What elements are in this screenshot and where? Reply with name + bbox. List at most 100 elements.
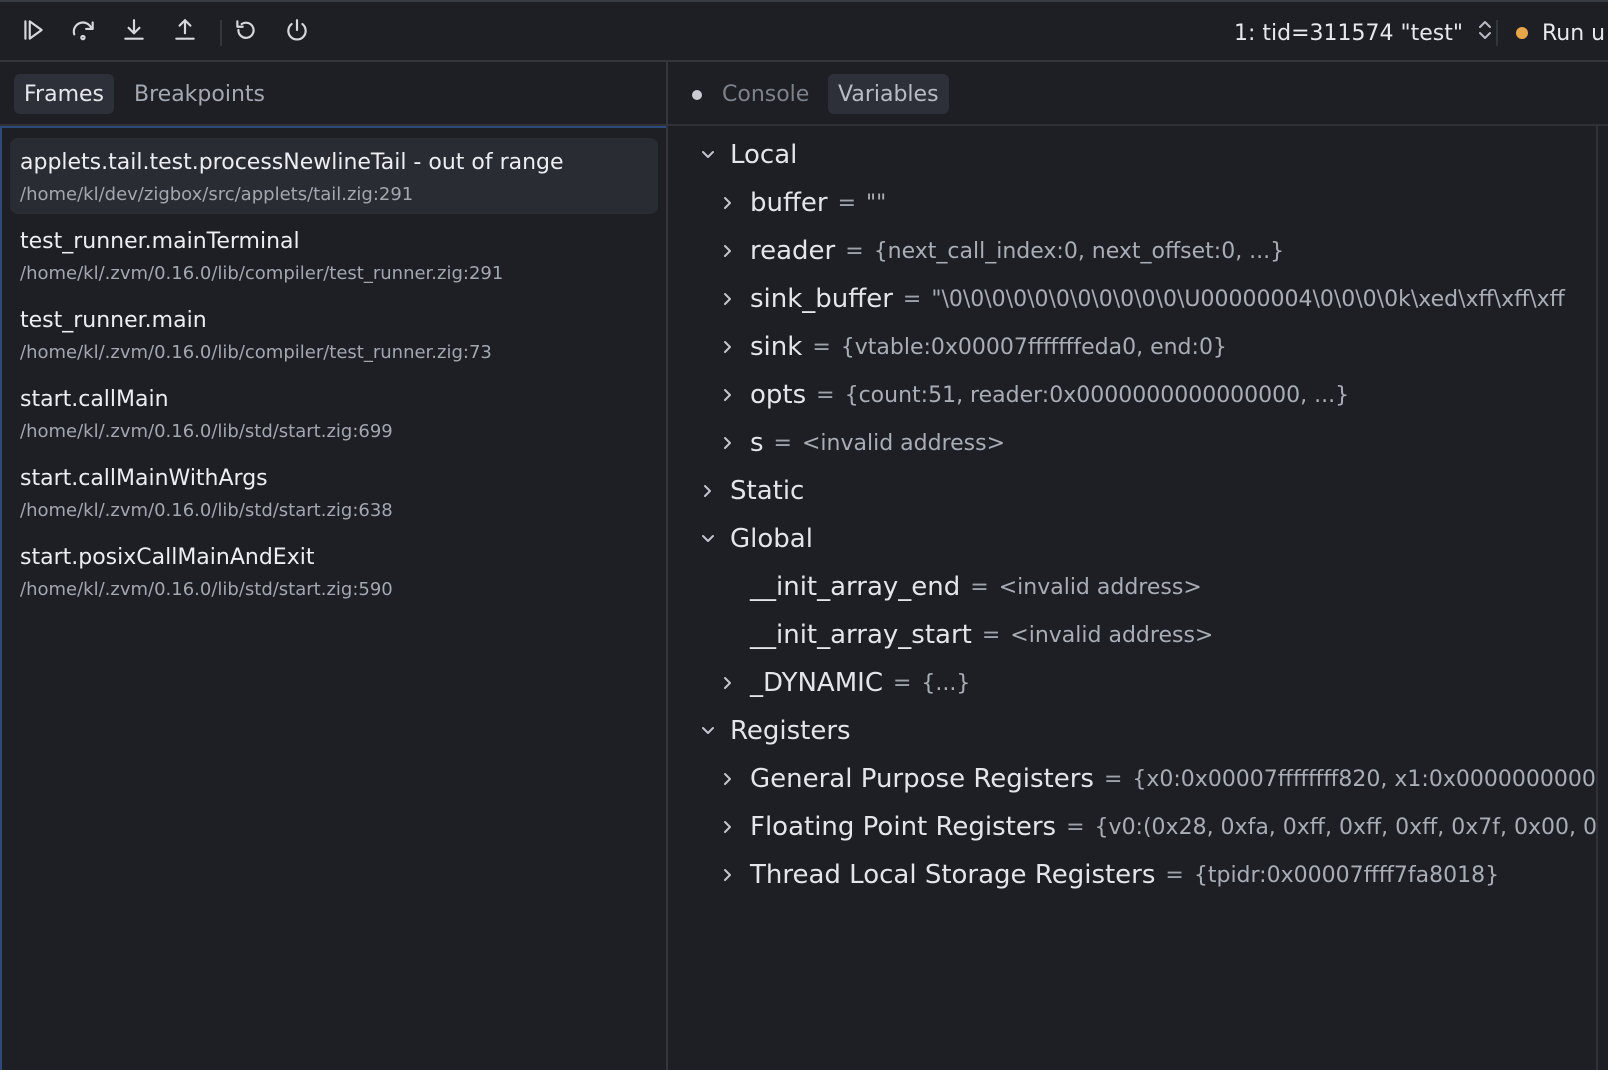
equals-sign: = bbox=[816, 382, 835, 408]
stack-frame-4[interactable]: start.callMainWithArgs /home/kl/.zvm/0.1… bbox=[10, 454, 658, 530]
tab-breakpoints-label: Breakpoints bbox=[134, 81, 265, 107]
tab-breakpoints[interactable]: Breakpoints bbox=[124, 74, 275, 114]
variable-s[interactable]: s = <invalid address> bbox=[668, 420, 1596, 466]
variable-name: __init_array_start bbox=[750, 620, 972, 650]
equals-sign: = bbox=[981, 622, 1001, 648]
group-label: Global bbox=[730, 524, 813, 554]
variable-name: _DYNAMIC bbox=[750, 668, 883, 698]
step-over-icon bbox=[71, 17, 97, 47]
continue-icon bbox=[20, 17, 46, 47]
variable-name: buffer bbox=[750, 188, 828, 218]
equals-sign: = bbox=[845, 238, 864, 264]
group-label: Registers bbox=[730, 716, 851, 746]
variable-general-purpose-registers[interactable]: General Purpose Registers = {x0:0x00007f… bbox=[668, 756, 1596, 802]
stack-frame-3[interactable]: start.callMain /home/kl/.zvm/0.16.0/lib/… bbox=[10, 375, 658, 451]
variable-reader[interactable]: reader = {next_call_index:0, next_offset… bbox=[668, 228, 1596, 274]
tab-console[interactable]: Console bbox=[712, 74, 819, 114]
tab-frames[interactable]: Frames bbox=[14, 74, 115, 114]
step-over-button[interactable] bbox=[67, 16, 101, 48]
variable-value: <invalid address> bbox=[801, 430, 1006, 456]
debug-toolbar: 1: tid=311574 "test" Run u bbox=[0, 0, 1608, 62]
continue-button[interactable] bbox=[16, 16, 50, 48]
group-global[interactable]: Global bbox=[668, 516, 1596, 562]
stack-frame-1[interactable]: test_runner.mainTerminal /home/kl/.zvm/0… bbox=[10, 217, 658, 293]
tab-variables-label: Variables bbox=[838, 81, 939, 107]
variable-opts[interactable]: opts = {count:51, reader:0x0000000000000… bbox=[668, 372, 1596, 418]
stop-button[interactable] bbox=[280, 16, 314, 48]
frame-function: start.callMainWithArgs bbox=[20, 466, 268, 491]
equals-sign: = bbox=[902, 286, 922, 312]
variable-dynamic[interactable]: _DYNAMIC = {...} bbox=[668, 660, 1596, 706]
variable-init-array-end[interactable]: __init_array_end = <invalid address> bbox=[668, 564, 1596, 610]
equals-sign: = bbox=[837, 190, 857, 216]
equals-sign: = bbox=[1165, 862, 1184, 888]
chevron-right-icon bbox=[718, 433, 738, 453]
frame-path: /home/kl/.zvm/0.16.0/lib/compiler/test_r… bbox=[20, 342, 492, 363]
power-icon bbox=[284, 17, 310, 47]
variable-name: __init_array_end bbox=[750, 572, 961, 602]
group-static[interactable]: Static bbox=[668, 468, 1596, 514]
restart-button[interactable] bbox=[229, 16, 263, 48]
group-registers[interactable]: Registers bbox=[668, 708, 1596, 754]
frame-path: /home/kl/.zvm/0.16.0/lib/compiler/test_r… bbox=[20, 263, 504, 284]
equals-sign: = bbox=[773, 430, 792, 456]
frame-function: start.posixCallMainAndExit bbox=[20, 545, 315, 570]
step-into-button[interactable] bbox=[117, 16, 151, 48]
chevron-right-icon bbox=[718, 817, 738, 837]
variable-name: Floating Point Registers bbox=[750, 812, 1057, 842]
toolbar-separator bbox=[1496, 20, 1498, 46]
tab-variables[interactable]: Variables bbox=[828, 74, 949, 114]
step-into-icon bbox=[121, 17, 147, 47]
group-label: Static bbox=[730, 476, 805, 506]
variable-init-array-start[interactable]: __init_array_start = <invalid address> bbox=[668, 612, 1596, 658]
tab-console-label: Console bbox=[722, 81, 810, 107]
variable-sink-buffer[interactable]: sink_buffer = "\0\0\0\0\0\0\0\0\0\0\0\U0… bbox=[668, 276, 1596, 322]
chevron-down-icon bbox=[698, 145, 718, 165]
variable-value: {...} bbox=[921, 670, 971, 696]
chevron-up-down-icon bbox=[1477, 18, 1493, 48]
debug-status: Run u bbox=[1516, 18, 1608, 48]
step-out-button[interactable] bbox=[168, 16, 202, 48]
group-local[interactable]: Local bbox=[668, 132, 1596, 178]
stack-frame-list: applets.tail.test.processNewlineTail - o… bbox=[0, 126, 666, 1070]
variable-value: {v0:(0x28, 0xfa, 0xff, 0xff, 0xff, 0x7f,… bbox=[1094, 814, 1596, 840]
equals-sign: = bbox=[970, 574, 989, 600]
stack-frame-5[interactable]: start.posixCallMainAndExit /home/kl/.zvm… bbox=[10, 533, 658, 609]
variable-sink[interactable]: sink = {vtable:0x00007fffffffeda0, end:0… bbox=[668, 324, 1596, 370]
equals-sign: = bbox=[1103, 766, 1123, 792]
scrollbar-track[interactable] bbox=[1596, 126, 1598, 1070]
chevron-right-icon bbox=[718, 241, 738, 261]
chevron-right-icon bbox=[718, 289, 738, 309]
variable-buffer[interactable]: buffer = "" bbox=[668, 180, 1596, 226]
stack-frame-0[interactable]: applets.tail.test.processNewlineTail - o… bbox=[10, 138, 658, 214]
chevron-right-icon bbox=[718, 865, 738, 885]
variable-name: opts bbox=[750, 380, 807, 410]
restart-icon bbox=[233, 17, 259, 47]
variable-name: Thread Local Storage Registers bbox=[750, 860, 1156, 890]
chevron-right-icon bbox=[718, 385, 738, 405]
thread-selector-label: 1: tid=311574 "test" bbox=[1234, 20, 1464, 46]
tab-frames-label: Frames bbox=[24, 81, 105, 107]
equals-sign: = bbox=[1066, 814, 1085, 840]
variable-floating-point-registers[interactable]: Floating Point Registers = {v0:(0x28, 0x… bbox=[668, 804, 1596, 850]
variable-value: <invalid address> bbox=[1010, 622, 1214, 648]
frame-path: /home/kl/dev/zigbox/src/applets/tail.zig… bbox=[20, 184, 414, 205]
variable-thread-local-storage-registers[interactable]: Thread Local Storage Registers = {tpidr:… bbox=[668, 852, 1596, 898]
thread-selector[interactable]: 1: tid=311574 "test" bbox=[1234, 18, 1493, 48]
variable-name: General Purpose Registers bbox=[750, 764, 1094, 794]
chevron-right-icon bbox=[718, 673, 738, 693]
right-tab-bar: Console Variables bbox=[668, 62, 1608, 126]
variable-value: {x0:0x00007ffffffff820, x1:0x00000000000… bbox=[1132, 766, 1596, 792]
variable-value: {count:51, reader:0x0000000000000000, ..… bbox=[844, 382, 1350, 408]
frame-path: /home/kl/.zvm/0.16.0/lib/std/start.zig:5… bbox=[20, 579, 393, 600]
chevron-down-icon bbox=[698, 529, 718, 549]
variable-value: <invalid address> bbox=[998, 574, 1202, 600]
variables-tree: Local buffer = "" reader = {next_call_in… bbox=[668, 126, 1596, 1070]
chevron-right-icon bbox=[718, 193, 738, 213]
variable-name: sink bbox=[750, 332, 803, 362]
chevron-right-icon bbox=[718, 769, 738, 789]
chevron-right-icon bbox=[718, 337, 738, 357]
status-text: Run u bbox=[1542, 20, 1606, 46]
stack-frame-2[interactable]: test_runner.main /home/kl/.zvm/0.16.0/li… bbox=[10, 296, 658, 372]
variable-name: s bbox=[750, 428, 764, 458]
